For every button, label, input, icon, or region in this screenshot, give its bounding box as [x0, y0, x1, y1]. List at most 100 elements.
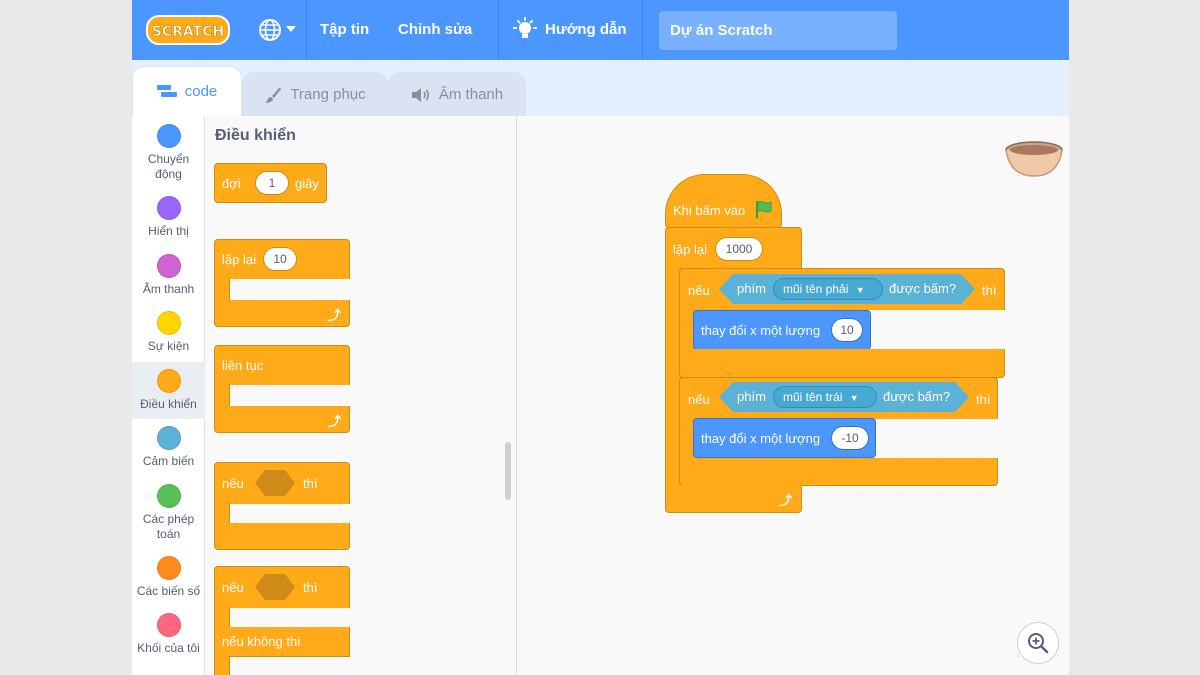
category-label-line2: toán: [156, 527, 181, 541]
block-palette: Điều khiển đợi 1 giây lặp lại 10 ⤴ liên …: [205, 116, 517, 675]
repeat-label: lặp lại: [673, 242, 707, 257]
tab-sounds[interactable]: Âm thanh: [388, 72, 526, 116]
if-block-foot: [679, 349, 1005, 378]
if-label: nếu: [222, 580, 244, 595]
bowl-sprite-icon[interactable]: [1004, 140, 1064, 180]
if-label: nếu: [688, 392, 710, 407]
menu-divider: [306, 0, 307, 60]
repeat-count-input[interactable]: 1000: [715, 237, 763, 261]
else-label: nếu không thì: [222, 634, 301, 649]
tab-costumes[interactable]: Trang phục: [242, 72, 388, 116]
change-x-block[interactable]: thay đổi x một lượng 10: [693, 310, 871, 350]
change-x-label: thay đổi x một lượng: [701, 323, 821, 338]
condition-slot[interactable]: [255, 470, 295, 496]
forever-block-arm: [214, 384, 230, 406]
hat-label: Khi bấm vào: [673, 203, 746, 218]
loop-arrow-icon: ⤴: [778, 493, 792, 508]
zoom-in-icon: [1028, 633, 1049, 654]
category-label: Cảm biến: [142, 454, 195, 468]
dropdown-caret-icon: ▼: [855, 285, 865, 295]
change-x-block[interactable]: thay đổi x một lượng -10: [693, 418, 876, 458]
loop-arrow-icon: ⤴: [327, 308, 341, 323]
then-label: thì: [303, 580, 318, 595]
then-label: thì: [303, 476, 318, 491]
tab-sounds-label: Âm thanh: [438, 86, 504, 103]
pressed-label: được bấm?: [889, 281, 957, 296]
category-my-blocks[interactable]: Khối của tôi: [132, 613, 205, 663]
wait-seconds-input[interactable]: 1: [255, 171, 289, 195]
palette-scrollbar[interactable]: [505, 442, 511, 500]
category-variables[interactable]: Các biến số: [132, 556, 205, 606]
category-label: Chuyển: [147, 152, 190, 166]
category-dot: [156, 484, 181, 508]
category-label: Sự kiện: [147, 339, 190, 353]
when-flag-clicked-block[interactable]: Khi bấm vào: [665, 174, 782, 228]
menu-divider: [642, 0, 643, 60]
wait-label: đợi: [222, 176, 241, 191]
category-dot: [156, 426, 181, 450]
condition-slot[interactable]: [255, 574, 295, 600]
category-sound[interactable]: Âm thanh: [132, 254, 205, 304]
zoom-in-button[interactable]: [1017, 622, 1059, 664]
category-control[interactable]: Điều khiển: [132, 362, 205, 419]
palette-section-title: Điều khiển: [215, 127, 296, 144]
key-dropdown[interactable]: mũi tên phải ▼: [773, 278, 883, 300]
repeat-label: lặp lại: [222, 252, 256, 267]
scratch-logo[interactable]: SCRATCH: [146, 13, 230, 47]
category-dot: [156, 124, 181, 148]
lightbulb-icon[interactable]: [513, 17, 537, 43]
code-blocks-icon: [156, 84, 177, 97]
tab-costumes-label: Trang phục: [290, 86, 366, 103]
if-block-foot: [679, 458, 998, 486]
repeat-count-input[interactable]: 10: [263, 247, 297, 271]
menu-divider: [498, 0, 499, 60]
category-dot: [156, 613, 181, 637]
forever-block-foot: ⤴: [214, 406, 350, 433]
change-x-value-input[interactable]: 10: [831, 318, 863, 342]
key-label: phím: [737, 281, 766, 296]
globe-icon[interactable]: [258, 18, 282, 42]
key-dropdown-value: mũi tên phải: [783, 282, 849, 296]
category-looks[interactable]: Hiển thị: [132, 196, 205, 246]
repeat-block-foot: ⤴: [665, 485, 802, 513]
repeat-block[interactable]: lặp lại 10: [214, 239, 350, 279]
edit-menu[interactable]: Chỉnh sửa: [398, 0, 472, 60]
key-pressed-block[interactable]: phím mũi tên trái ▼ được bấm?: [719, 382, 969, 412]
scratch-editor: SCRATCH Tập tin Chỉnh sửa Hướng dẫn Dự á…: [132, 0, 1069, 675]
category-events[interactable]: Sự kiện: [132, 311, 205, 361]
if-label: nếu: [688, 283, 710, 298]
paintbrush-icon: [265, 86, 282, 103]
tutorials-menu[interactable]: Hướng dẫn: [545, 0, 627, 60]
repeat-block[interactable]: lặp lại 1000: [665, 227, 802, 269]
key-pressed-block[interactable]: phím mũi tên phải ▼ được bấm?: [719, 274, 975, 304]
category-motion[interactable]: Chuyển động: [132, 124, 205, 188]
if-block-arm: [214, 503, 230, 523]
forever-block[interactable]: liên tục: [214, 345, 350, 385]
then-label: thì: [982, 283, 997, 298]
file-menu[interactable]: Tập tin: [320, 0, 369, 60]
if-then-block[interactable]: nếu thì: [214, 462, 350, 504]
caret-down-icon[interactable]: [286, 26, 296, 34]
category-label: Điều khiển: [140, 397, 197, 411]
wait-block[interactable]: đợi 1 giây: [214, 163, 327, 203]
category-operators[interactable]: Các phép toán: [132, 484, 205, 548]
category-label: Hiển thị: [148, 224, 189, 238]
project-title-input[interactable]: Dự án Scratch: [659, 11, 897, 50]
category-sensing[interactable]: Cảm biến: [132, 426, 205, 476]
if-else-block[interactable]: nếu thì: [214, 566, 350, 608]
wait-unit-label: giây: [295, 176, 319, 191]
category-label: Các biến số: [136, 584, 201, 598]
green-flag-icon: [756, 201, 772, 218]
menu-bar: SCRATCH Tập tin Chỉnh sửa Hướng dẫn Dự á…: [132, 0, 1069, 60]
dropdown-caret-icon: ▼: [849, 393, 859, 403]
editor-tabs: code Trang phục Âm thanh: [132, 60, 1069, 116]
repeat-block-foot: ⤴: [214, 300, 350, 327]
change-x-label: thay đổi x một lượng: [701, 431, 821, 446]
tab-code[interactable]: code: [132, 66, 242, 116]
if-label: nếu: [222, 476, 244, 491]
key-dropdown-value: mũi tên trái: [783, 390, 843, 404]
change-x-value-input[interactable]: -10: [831, 426, 869, 450]
category-dot: [156, 311, 181, 335]
key-dropdown[interactable]: mũi tên trái ▼: [773, 386, 877, 408]
if-block-foot: [214, 523, 350, 550]
